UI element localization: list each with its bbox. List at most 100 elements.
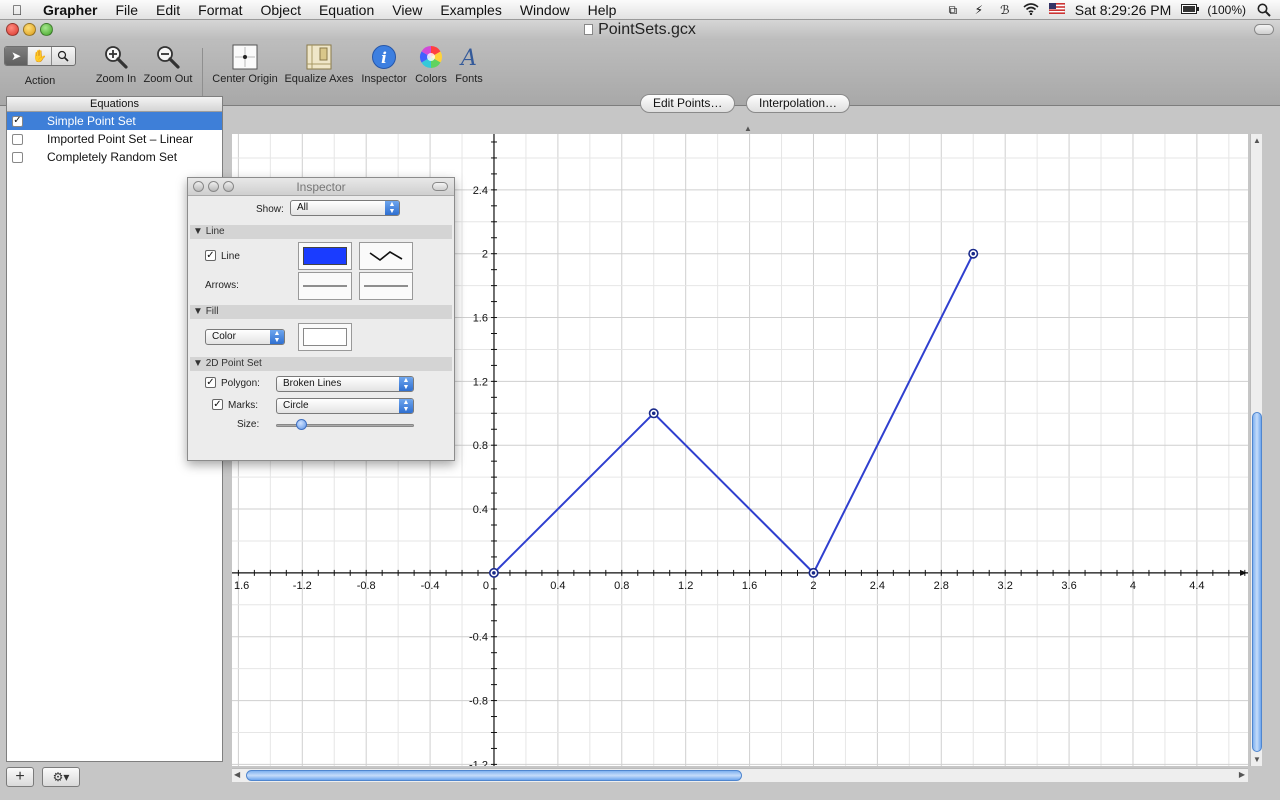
splitter-handle-icon[interactable]: ▲ xyxy=(744,124,752,133)
title-bar[interactable]: PointSets.gcx xyxy=(0,20,1280,40)
line-color-well[interactable] xyxy=(298,242,352,270)
horizontal-scroll-thumb[interactable] xyxy=(246,770,742,781)
menu-examples[interactable]: Examples xyxy=(431,0,510,20)
inspector-minimize-button[interactable] xyxy=(208,181,219,192)
scroll-right-arrow-icon[interactable]: ▶ xyxy=(1239,770,1245,779)
equation-visible-checkbox[interactable] xyxy=(12,151,23,163)
add-equation-button[interactable]: + xyxy=(6,767,34,787)
equation-row-imported-point-set[interactable]: Imported Point Set – Linear xyxy=(7,130,222,148)
action-control: ➤ ✋ Action xyxy=(4,44,76,87)
x-tick-label: 3.6 xyxy=(1061,580,1076,592)
end-arrow-well[interactable] xyxy=(359,272,413,300)
menu-view[interactable]: View xyxy=(383,0,431,20)
interpolation-button[interactable]: Interpolation… xyxy=(746,94,851,113)
zoom-out-button[interactable]: Zoom Out xyxy=(142,44,194,85)
script-menu-icon[interactable]: ⚡ xyxy=(971,3,987,17)
x-tick-label: 3.2 xyxy=(998,580,1013,592)
edit-points-button[interactable]: Edit Points… xyxy=(640,94,736,113)
inspector-button[interactable]: i Inspector xyxy=(360,44,408,85)
equation-label: Completely Random Set xyxy=(47,150,178,164)
marks-label: Marks: xyxy=(228,400,258,411)
center-origin-button[interactable]: Center Origin xyxy=(210,44,280,85)
menu-window[interactable]: Window xyxy=(511,0,579,20)
data-point-center xyxy=(971,251,976,256)
equation-label: Simple Point Set xyxy=(47,114,136,128)
apple-menu-icon[interactable]:  xyxy=(0,2,34,18)
svg-text:A: A xyxy=(459,46,477,70)
equation-visible-checkbox[interactable]: ✓ xyxy=(12,115,23,127)
menu-app[interactable]: Grapher xyxy=(34,0,106,20)
hand-tool-icon[interactable]: ✋ xyxy=(28,47,52,65)
polygon-popup[interactable]: Broken Lines ▲ ▼ xyxy=(276,376,414,392)
y-tick-label: 2.4 xyxy=(473,185,488,197)
x-tick-label: 2.8 xyxy=(934,580,949,592)
scroll-down-arrow-icon[interactable]: ▼ xyxy=(1253,755,1261,764)
scroll-left-arrow-icon[interactable]: ◀ xyxy=(234,770,240,779)
magnify-tool-icon[interactable] xyxy=(52,47,75,65)
popup-arrows-icon: ▲ ▼ xyxy=(399,377,413,391)
spotlight-search-icon[interactable] xyxy=(1256,3,1272,17)
point-set-section-header[interactable]: ▼ 2D Point Set xyxy=(190,357,452,371)
equalize-axes-button[interactable]: Equalize Axes xyxy=(284,44,354,85)
show-popup[interactable]: All ▲ ▼ xyxy=(290,200,400,216)
equalize-axes-icon xyxy=(305,44,333,70)
marks-checkbox[interactable]: ✓ xyxy=(212,399,223,410)
fill-type-popup[interactable]: Color ▲ ▼ xyxy=(205,329,285,345)
x-tick-label: 2 xyxy=(810,580,816,592)
flag-icon[interactable] xyxy=(1048,2,1066,17)
fill-color-well[interactable] xyxy=(298,323,352,351)
fill-section-header[interactable]: ▼ Fill xyxy=(190,305,452,319)
line-style-well[interactable] xyxy=(359,242,413,270)
scroll-up-arrow-icon[interactable]: ▲ xyxy=(1253,136,1261,145)
menu-object[interactable]: Object xyxy=(252,0,310,20)
inspector-title-bar[interactable]: Inspector xyxy=(188,178,454,196)
gear-menu-button[interactable]: ⚙▾ xyxy=(42,767,80,787)
action-label: Action xyxy=(24,75,56,87)
x-axis-arrow xyxy=(1240,569,1247,576)
fonts-button[interactable]: A Fonts xyxy=(452,44,486,85)
marks-popup[interactable]: Circle ▲ ▼ xyxy=(276,398,414,414)
color-wheel-icon xyxy=(417,44,445,70)
y-tick-label: -0.4 xyxy=(469,632,488,644)
equation-row-simple-point-set[interactable]: ✓ Simple Point Set xyxy=(7,112,222,130)
battery-icon[interactable] xyxy=(1181,3,1200,17)
menu-edit[interactable]: Edit xyxy=(147,0,189,20)
horizontal-scrollbar[interactable]: ◀ ▶ xyxy=(232,768,1248,782)
vertical-scrollbar[interactable]: ▲ ▼ xyxy=(1250,134,1262,766)
clock[interactable]: Sat 8:29:26 PM xyxy=(1075,2,1172,18)
info-icon: i xyxy=(370,44,398,70)
start-arrow-well[interactable] xyxy=(298,272,352,300)
menu-file[interactable]: File xyxy=(106,0,147,20)
inspector-zoom-button[interactable] xyxy=(223,181,234,192)
menu-format[interactable]: Format xyxy=(189,0,251,20)
equation-visible-checkbox[interactable] xyxy=(12,133,23,145)
polygon-checkbox[interactable]: ✓ xyxy=(205,377,216,388)
x-tick-label: 0.8 xyxy=(614,580,629,592)
line-section-header[interactable]: ▼ Line xyxy=(190,225,452,239)
grapher-window: PointSets.gcx ➤ ✋ Action Zoom In Zoom Ou… xyxy=(0,20,1280,800)
spaces-icon[interactable]: ⧉ xyxy=(945,3,961,17)
popup-arrows-icon: ▲ ▼ xyxy=(385,201,399,215)
y-tick-label: 1.2 xyxy=(473,376,488,388)
menu-equation[interactable]: Equation xyxy=(310,0,383,20)
wifi-icon[interactable] xyxy=(1023,3,1039,17)
line-checkbox[interactable]: ✓ xyxy=(205,250,216,261)
inspector-toolbar-toggle[interactable] xyxy=(432,182,448,191)
document-icon[interactable] xyxy=(584,24,594,35)
equation-row-completely-random-set[interactable]: Completely Random Set xyxy=(7,148,222,166)
menu-help[interactable]: Help xyxy=(579,0,626,20)
zoom-in-button[interactable]: Zoom In xyxy=(94,44,138,85)
toolbar-separator xyxy=(202,48,203,96)
equations-header[interactable]: Equations xyxy=(7,97,222,112)
x-tick-label: 4 xyxy=(1130,580,1136,592)
inspector-close-button[interactable] xyxy=(193,181,204,192)
vertical-scroll-thumb[interactable] xyxy=(1252,412,1262,752)
sidebar-bottom-controls: + ⚙▾ xyxy=(6,767,80,789)
arrow-tool-icon[interactable]: ➤ xyxy=(5,47,29,65)
toolbar-toggle-button[interactable] xyxy=(1254,24,1274,35)
colors-button[interactable]: Colors xyxy=(412,44,450,85)
arrows-label: Arrows: xyxy=(205,280,239,291)
size-slider-knob[interactable] xyxy=(295,419,307,430)
polygon-label: Polygon: xyxy=(221,378,260,389)
bluetooth-icon[interactable]: ℬ xyxy=(997,3,1013,17)
